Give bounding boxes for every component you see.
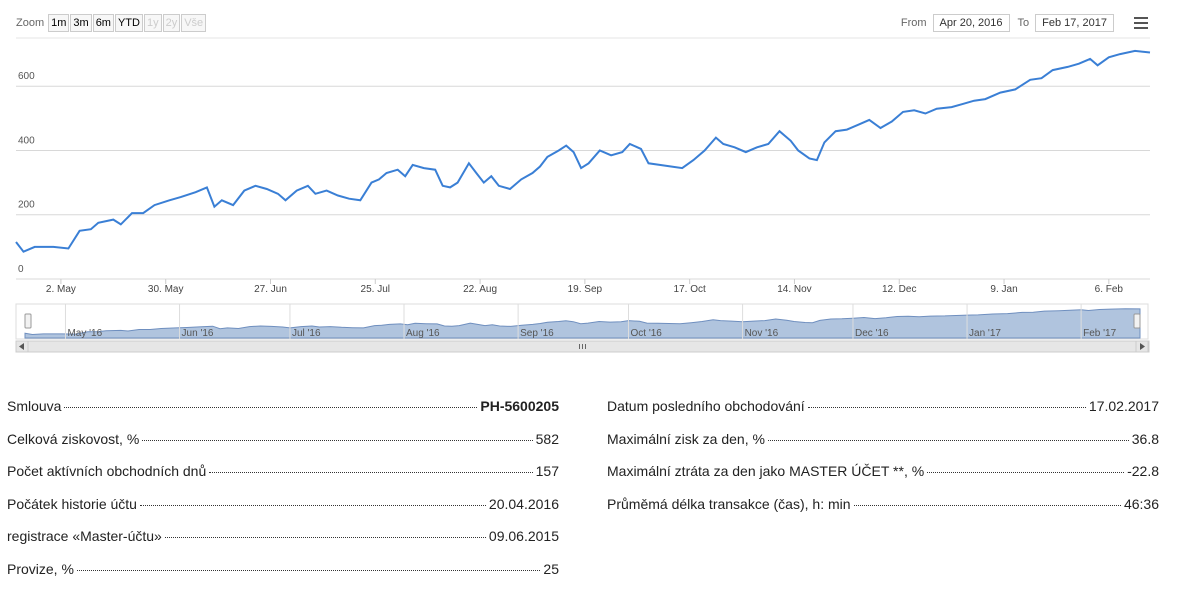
navigator-month-label: Oct '16 xyxy=(630,328,662,339)
navigator-month-label: Aug '16 xyxy=(406,328,440,339)
x-tick-label: 6. Feb xyxy=(1095,284,1124,295)
stat-value: 157 xyxy=(535,463,559,479)
stat-label: registrace «Master-účtu» xyxy=(7,528,162,544)
navigator-month-label: Jun '16 xyxy=(182,328,214,339)
stat-value: -22.8 xyxy=(1127,463,1159,479)
stat-label: Datum posledního obchodování xyxy=(607,398,805,414)
navigator[interactable]: May '16 Jun '16 Jul '16 Aug '16 Sep '16 Oct '… xyxy=(15,303,1149,340)
dotted-leader xyxy=(853,504,1121,506)
dotted-leader xyxy=(142,439,533,441)
scrollbar[interactable] xyxy=(15,340,1150,353)
stat-value: 09.06.2015 xyxy=(488,528,559,544)
stat-label: Celková ziskovost, % xyxy=(7,430,140,447)
dotted-leader xyxy=(209,472,533,473)
navigator-month-label: Jul '16 xyxy=(292,328,321,339)
x-tick-label: 2. May xyxy=(46,284,76,295)
x-tick-label: 12. Dec xyxy=(882,284,916,295)
dotted-leader xyxy=(767,439,1129,441)
navigator-right-handle[interactable] xyxy=(1133,313,1141,329)
y-tick-label: 200 xyxy=(18,200,35,211)
stat-label: Provize, % xyxy=(7,560,74,577)
stat-label: Počet aktívních obchodních dnů xyxy=(7,463,207,479)
y-tick-label: 0 xyxy=(18,264,24,275)
stat-row: Datum posledního obchodování 17.02.2017 xyxy=(607,398,1159,431)
stat-value: 25 xyxy=(543,560,559,577)
dotted-leader xyxy=(807,407,1086,408)
y-tick-label: 400 xyxy=(18,135,35,146)
stat-row: Provize, % 25 xyxy=(7,561,559,594)
navigator-month-label: Nov '16 xyxy=(745,328,779,339)
stat-label: Maximální zisk za den, % xyxy=(607,430,765,447)
y-tick-label: 600 xyxy=(18,71,35,82)
stat-value: 36.8 xyxy=(1131,430,1159,447)
stat-label: Průměmá délka transakce (čas), h: min xyxy=(607,495,851,512)
navigator-month-label: May '16 xyxy=(67,328,102,339)
x-tick-label: 17. Oct xyxy=(674,284,706,295)
stock-chart: 0 200 400 600 2. May 30. May 27. Jun 25. Jul 22… xyxy=(15,37,1151,353)
stat-label: Maximální ztráta za den jako MASTER ÚČET… xyxy=(607,463,925,479)
dotted-leader xyxy=(76,569,541,571)
stat-value: PH-5600205 xyxy=(480,398,559,414)
stat-row: Počet aktívních obchodních dnů 157 xyxy=(7,463,559,496)
stat-row: Smlouva PH-5600205 xyxy=(7,398,559,431)
x-tick-label: 27. Jun xyxy=(254,284,287,295)
stat-row: Počátek historie účtu 20.04.2016 xyxy=(7,496,559,529)
navigator-month-label: Feb '17 xyxy=(1083,328,1116,339)
x-tick-label: 19. Sep xyxy=(568,284,603,295)
dotted-leader xyxy=(139,504,486,506)
dotted-leader xyxy=(927,472,1125,473)
stat-row: registrace «Master-účtu» 09.06.2015 xyxy=(7,528,559,561)
stat-row: Maximální zisk za den, % 36.8 xyxy=(607,431,1159,464)
stat-row: Maximální ztráta za den jako MASTER ÚČET… xyxy=(607,463,1159,496)
navigator-month-label: Dec '16 xyxy=(855,328,889,339)
stat-value: 46:36 xyxy=(1123,495,1159,512)
x-tick-label: 30. May xyxy=(148,284,184,295)
stat-row: Průměmá délka transakce (čas), h: min 46:… xyxy=(607,496,1159,529)
stat-value: 582 xyxy=(535,430,559,447)
dotted-leader xyxy=(164,537,486,538)
x-tick-label: 9. Jan xyxy=(990,284,1017,295)
navigator-left-handle[interactable] xyxy=(24,313,32,329)
x-tick-label: 14. Nov xyxy=(777,284,811,295)
stats-right-column: Datum posledního obchodování 17.02.2017 Ma… xyxy=(607,398,1159,528)
stat-row: Celková ziskovost, % 582 xyxy=(7,431,559,464)
stat-value: 20.04.2016 xyxy=(488,495,559,512)
stat-label: Smlouva xyxy=(7,398,62,414)
navigator-month-label: Sep '16 xyxy=(520,328,554,339)
dotted-leader xyxy=(64,407,478,408)
stat-value: 17.02.2017 xyxy=(1088,398,1159,414)
stat-label: Počátek historie účtu xyxy=(7,495,137,512)
series-line xyxy=(15,49,1151,253)
stats-left-column: Smlouva PH-5600205 Celková ziskovost, % 582… xyxy=(7,398,559,593)
x-tick-label: 22. Aug xyxy=(463,284,497,295)
x-tick-label: 25. Jul xyxy=(361,284,390,295)
navigator-month-label: Jan '17 xyxy=(969,328,1001,339)
